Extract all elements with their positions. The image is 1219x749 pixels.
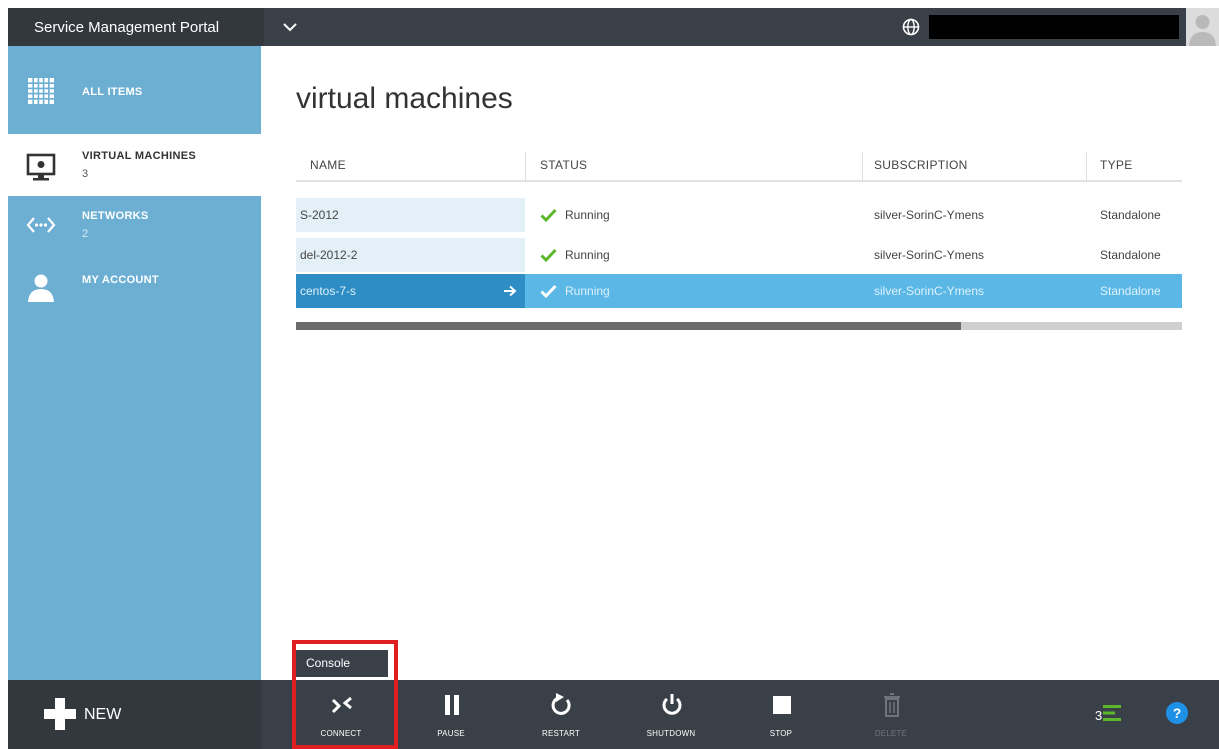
sidebar-item-label: VIRTUAL MACHINES — [82, 150, 196, 162]
command-bar: NEW CONNECT PAUSE RESTART SHUTDOWN STOP … — [8, 680, 1219, 749]
check-icon — [540, 208, 557, 222]
pause-icon — [445, 695, 459, 715]
vm-type: Standalone — [1100, 248, 1161, 262]
sidebar-item-label: NETWORKS — [82, 210, 149, 222]
vm-type: Standalone — [1100, 208, 1161, 222]
monitor-icon — [26, 153, 56, 181]
sidebar-item-label: ALL ITEMS — [82, 86, 143, 98]
vm-status-text: Running — [565, 208, 610, 222]
stop-button[interactable]: STOP — [736, 680, 826, 749]
sidebar-item-count: 3 — [82, 168, 89, 180]
annotation-highlight-box — [292, 640, 398, 749]
sidebar-item-my-account[interactable]: MY ACCOUNT — [8, 260, 261, 322]
column-divider — [1086, 152, 1087, 182]
column-header-name[interactable]: NAME — [310, 158, 346, 172]
vm-status: Running — [540, 274, 610, 308]
account-name-redacted[interactable] — [929, 15, 1179, 39]
trash-icon — [884, 693, 900, 717]
table-header: NAME STATUS SUBSCRIPTION TYPE — [296, 146, 1182, 182]
command-label: SHUTDOWN — [646, 729, 696, 738]
column-divider — [862, 152, 863, 182]
new-button[interactable]: NEW — [8, 680, 261, 749]
chevron-down-icon[interactable] — [278, 16, 302, 38]
vm-type: Standalone — [1100, 284, 1161, 298]
vm-name: S-2012 — [296, 198, 525, 232]
vm-subscription: silver-SorinC-Ymens — [874, 208, 985, 222]
table-row[interactable]: S-2012 Running silver-SorinC-Ymens Stand… — [296, 198, 1182, 232]
vm-subscription: silver-SorinC-Ymens — [874, 284, 985, 298]
sidebar-item-virtual-machines[interactable]: VIRTUAL MACHINES 3 — [8, 134, 261, 196]
page-title: virtual machines — [296, 82, 513, 115]
vm-status: Running — [540, 238, 610, 272]
horizontal-scrollbar[interactable] — [296, 322, 1182, 330]
sidebar-item-all-items[interactable]: ALL ITEMS — [8, 46, 261, 132]
top-bar: Service Management Portal — [8, 8, 1219, 46]
restart-icon — [551, 693, 571, 715]
portal-title[interactable]: Service Management Portal — [8, 8, 264, 46]
vm-name: del-2012-2 — [296, 238, 525, 272]
shutdown-button[interactable]: SHUTDOWN — [626, 680, 716, 749]
sidebar-item-label: MY ACCOUNT — [82, 274, 159, 286]
command-label: DELETE — [874, 729, 908, 738]
power-icon — [662, 694, 682, 715]
user-avatar-icon — [1189, 15, 1216, 46]
pause-button[interactable]: PAUSE — [406, 680, 496, 749]
vm-name-text: centos-7-s — [300, 284, 357, 298]
column-header-subscription[interactable]: SUBSCRIPTION — [874, 158, 968, 172]
vm-status: Running — [540, 198, 610, 232]
arrow-right-icon[interactable] — [503, 284, 517, 298]
help-icon[interactable]: ? — [1166, 702, 1188, 724]
network-icon — [26, 217, 56, 233]
plus-icon — [44, 698, 76, 730]
stop-icon — [773, 696, 791, 714]
notification-count[interactable]: 3 — [1095, 708, 1102, 723]
command-label: RESTART — [542, 729, 580, 738]
notifications-icon[interactable] — [1103, 704, 1121, 722]
avatar[interactable] — [1186, 8, 1219, 46]
command-label: STOP — [769, 729, 793, 738]
command-label: PAUSE — [437, 729, 465, 738]
table-row-selected[interactable]: centos-7-s Running silver-SorinC-Ymens S… — [296, 274, 1182, 308]
sidebar-item-networks[interactable]: NETWORKS 2 — [8, 198, 261, 260]
user-icon — [28, 274, 54, 302]
vm-name: centos-7-s — [296, 274, 525, 308]
delete-button: DELETE — [846, 680, 936, 749]
grid-icon — [28, 78, 54, 104]
new-button-label: NEW — [84, 706, 122, 723]
globe-icon[interactable] — [902, 18, 920, 36]
check-icon — [540, 248, 557, 262]
vm-subscription: silver-SorinC-Ymens — [874, 248, 985, 262]
column-divider — [525, 152, 526, 182]
table-row[interactable]: del-2012-2 Running silver-SorinC-Ymens S… — [296, 238, 1182, 272]
vm-table: NAME STATUS SUBSCRIPTION TYPE S-2012 Run… — [296, 146, 1182, 308]
vm-status-text: Running — [565, 248, 610, 262]
scrollbar-thumb[interactable] — [296, 322, 961, 330]
check-icon — [540, 284, 557, 298]
column-header-type[interactable]: TYPE — [1100, 158, 1133, 172]
column-header-status[interactable]: STATUS — [540, 158, 587, 172]
vm-status-text: Running — [565, 284, 610, 298]
sidebar: ALL ITEMS VIRTUAL MACHINES 3 NETWORKS 2 … — [8, 46, 261, 680]
sidebar-item-count: 2 — [82, 228, 89, 240]
restart-button[interactable]: RESTART — [516, 680, 606, 749]
